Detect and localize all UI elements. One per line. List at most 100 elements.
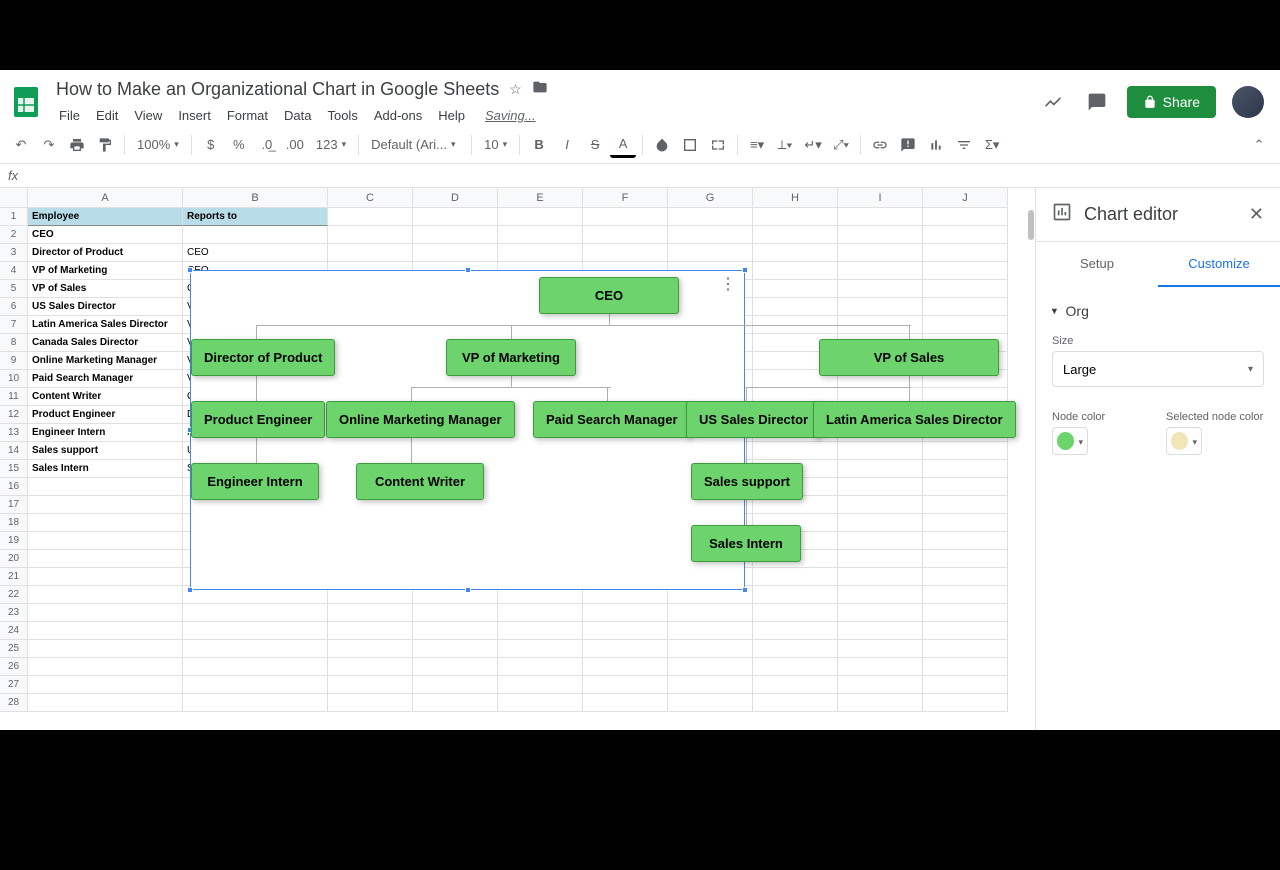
doc-title[interactable]: How to Make an Organizational Chart in G…	[56, 79, 499, 100]
resize-handle[interactable]	[742, 587, 748, 593]
sheet-area[interactable]: A B C D E F G H I J 1EmployeeReports to2…	[0, 188, 1035, 730]
org-node[interactable]: VP of Marketing	[446, 339, 576, 376]
print-icon[interactable]	[64, 132, 90, 158]
table-row[interactable]: 3Director of ProductCEO	[0, 244, 1035, 262]
format-decrease-decimal-icon[interactable]: .0̲	[254, 132, 280, 158]
col-header-D[interactable]: D	[413, 188, 498, 208]
comment-icon[interactable]	[895, 132, 921, 158]
org-node[interactable]: Sales Intern	[691, 525, 801, 562]
italic-icon[interactable]: I	[554, 132, 580, 158]
collapse-toolbar-icon[interactable]: ⌃	[1246, 132, 1272, 158]
toolbar: ↶ ↷ 100% $ % .0̲ .00 123 Default (Ari...…	[0, 126, 1280, 164]
menu-tools[interactable]: Tools	[320, 104, 364, 127]
table-row[interactable]: 2CEO	[0, 226, 1035, 244]
org-node[interactable]: Online Marketing Manager	[326, 401, 515, 438]
merge-cells-icon[interactable]	[705, 132, 731, 158]
org-node[interactable]: Content Writer	[356, 463, 484, 500]
move-folder-icon[interactable]	[532, 79, 548, 100]
org-node[interactable]: Product Engineer	[191, 401, 325, 438]
font-dropdown[interactable]: Default (Ari...	[365, 137, 465, 152]
link-icon[interactable]	[867, 132, 893, 158]
menu-bar: File Edit View Insert Format Data Tools …	[52, 104, 1039, 127]
valign-icon[interactable]: ⟂▾	[772, 132, 798, 158]
org-node[interactable]: CEO	[539, 277, 679, 314]
col-header-I[interactable]: I	[838, 188, 923, 208]
resize-handle[interactable]	[465, 587, 471, 593]
col-header-G[interactable]: G	[668, 188, 753, 208]
star-icon[interactable]: ☆	[509, 81, 522, 98]
menu-insert[interactable]: Insert	[171, 104, 218, 127]
borders-icon[interactable]	[677, 132, 703, 158]
filter-icon[interactable]	[951, 132, 977, 158]
undo-icon[interactable]: ↶	[8, 132, 34, 158]
org-node[interactable]: VP of Sales	[819, 339, 999, 376]
font-size-dropdown[interactable]: 10	[478, 137, 513, 152]
close-icon[interactable]: ✕	[1249, 204, 1264, 225]
node-color-picker[interactable]	[1052, 427, 1088, 455]
menu-edit[interactable]: Edit	[89, 104, 125, 127]
chart-editor-panel: Chart editor ✕ Setup Customize ▸ Org Siz…	[1035, 188, 1280, 730]
chart-editor-title: Chart editor	[1084, 204, 1237, 225]
col-header-F[interactable]: F	[583, 188, 668, 208]
menu-data[interactable]: Data	[277, 104, 318, 127]
chevron-down-icon: ▸	[1048, 308, 1061, 314]
section-org-header[interactable]: ▸ Org	[1052, 299, 1264, 323]
org-node[interactable]: Engineer Intern	[191, 463, 319, 500]
col-header-C[interactable]: C	[328, 188, 413, 208]
insert-chart-icon[interactable]	[923, 132, 949, 158]
org-node[interactable]: Latin America Sales Director	[813, 401, 1016, 438]
selected-node-color-picker[interactable]	[1166, 427, 1202, 455]
tab-setup[interactable]: Setup	[1036, 242, 1158, 287]
strikethrough-icon[interactable]: S	[582, 132, 608, 158]
number-format-dropdown[interactable]: 123	[310, 137, 352, 152]
rotate-icon[interactable]: ⤢▾	[828, 132, 854, 158]
functions-icon[interactable]: Σ▾	[979, 132, 1005, 158]
org-node[interactable]: US Sales Director	[686, 401, 821, 438]
format-percent-icon[interactable]: %	[226, 132, 252, 158]
menu-file[interactable]: File	[52, 104, 87, 127]
comments-icon[interactable]	[1083, 88, 1111, 116]
resize-handle[interactable]	[187, 587, 193, 593]
menu-addons[interactable]: Add-ons	[367, 104, 429, 127]
tab-customize[interactable]: Customize	[1158, 242, 1280, 287]
avatar[interactable]	[1232, 86, 1264, 118]
size-label: Size	[1052, 335, 1264, 347]
section-org-label: Org	[1066, 303, 1089, 319]
org-node[interactable]: Sales support	[691, 463, 803, 500]
org-node[interactable]: Director of Product	[191, 339, 335, 376]
col-header-H[interactable]: H	[753, 188, 838, 208]
col-header-A[interactable]: A	[28, 188, 183, 208]
share-button[interactable]: Share	[1127, 86, 1216, 118]
saving-status: Saving...	[478, 104, 543, 127]
redo-icon[interactable]: ↷	[36, 132, 62, 158]
vertical-scrollbar[interactable]	[1025, 208, 1035, 730]
size-select[interactable]: Large	[1052, 351, 1264, 387]
formula-bar[interactable]: fx	[0, 164, 1280, 188]
explore-icon[interactable]	[1039, 88, 1067, 116]
share-label: Share	[1163, 94, 1200, 110]
format-increase-decimal-icon[interactable]: .00	[282, 132, 308, 158]
select-all-corner[interactable]	[0, 188, 28, 208]
wrap-icon[interactable]: ↵▾	[800, 132, 826, 158]
bold-icon[interactable]: B	[526, 132, 552, 158]
col-header-B[interactable]: B	[183, 188, 328, 208]
org-node[interactable]: Paid Search Manager	[533, 401, 691, 438]
zoom-dropdown[interactable]: 100%	[131, 137, 185, 152]
align-icon[interactable]: ≡▾	[744, 132, 770, 158]
menu-view[interactable]: View	[127, 104, 169, 127]
node-color-label: Node color	[1052, 411, 1150, 423]
menu-help[interactable]: Help	[431, 104, 472, 127]
text-color-icon[interactable]: A	[610, 132, 636, 158]
title-bar: How to Make an Organizational Chart in G…	[0, 70, 1280, 126]
col-header-J[interactable]: J	[923, 188, 1008, 208]
chart-editor-icon	[1052, 202, 1072, 227]
sheets-logo-icon[interactable]	[8, 84, 44, 120]
fill-color-icon[interactable]	[649, 132, 675, 158]
col-header-E[interactable]: E	[498, 188, 583, 208]
fx-icon: fx	[8, 168, 18, 183]
column-headers: A B C D E F G H I J	[0, 188, 1035, 208]
paint-format-icon[interactable]	[92, 132, 118, 158]
menu-format[interactable]: Format	[220, 104, 275, 127]
format-currency-icon[interactable]: $	[198, 132, 224, 158]
org-chart-container[interactable]: ⋮ CEODirector of ProductVP of MarketingV…	[190, 270, 745, 590]
